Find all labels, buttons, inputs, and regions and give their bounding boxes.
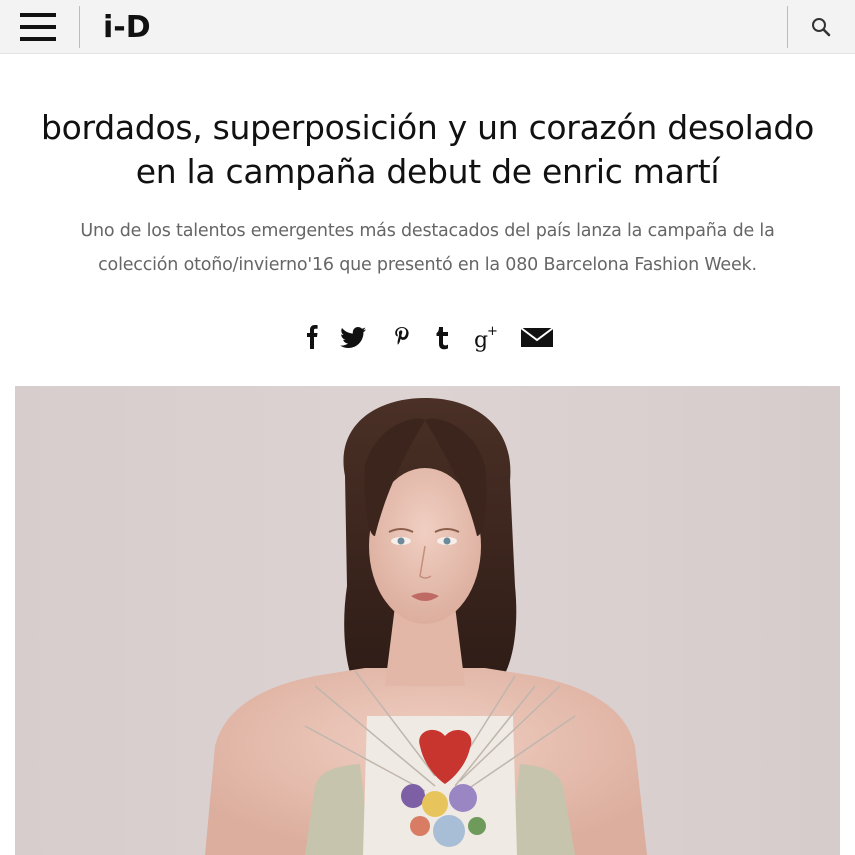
header-divider-right <box>787 6 788 48</box>
tumblr-icon[interactable] <box>434 320 452 354</box>
site-header: i-D <box>0 0 855 54</box>
pinterest-icon[interactable] <box>392 320 412 354</box>
hero-photo-illustration <box>15 386 840 855</box>
article-headline: bordados, superposición y un corazón des… <box>0 106 855 194</box>
article-dek: Uno de los talentos emergentes más desta… <box>40 214 815 282</box>
dek-line-1: Uno de los talentos emergentes más desta… <box>80 221 775 241</box>
facebook-icon[interactable] <box>304 320 320 354</box>
svg-text:g: g <box>474 328 488 353</box>
email-icon[interactable] <box>520 320 554 354</box>
site-logo[interactable]: i-D <box>103 8 151 48</box>
share-bar: g + <box>300 320 560 354</box>
twitter-icon[interactable] <box>338 320 368 354</box>
svg-text:+: + <box>487 324 498 339</box>
headline-line-2: en la campaña debut de enric martí <box>135 152 720 191</box>
google-plus-icon[interactable]: g + <box>472 320 500 354</box>
header-divider-left <box>79 6 80 48</box>
dek-line-2: colección otoño/invierno'16 que presentó… <box>98 255 757 275</box>
headline-line-1: bordados, superposición y un corazón des… <box>41 108 814 147</box>
hamburger-menu-icon[interactable] <box>18 9 58 45</box>
article-hero-image[interactable] <box>15 386 840 855</box>
search-icon[interactable] <box>808 14 834 40</box>
